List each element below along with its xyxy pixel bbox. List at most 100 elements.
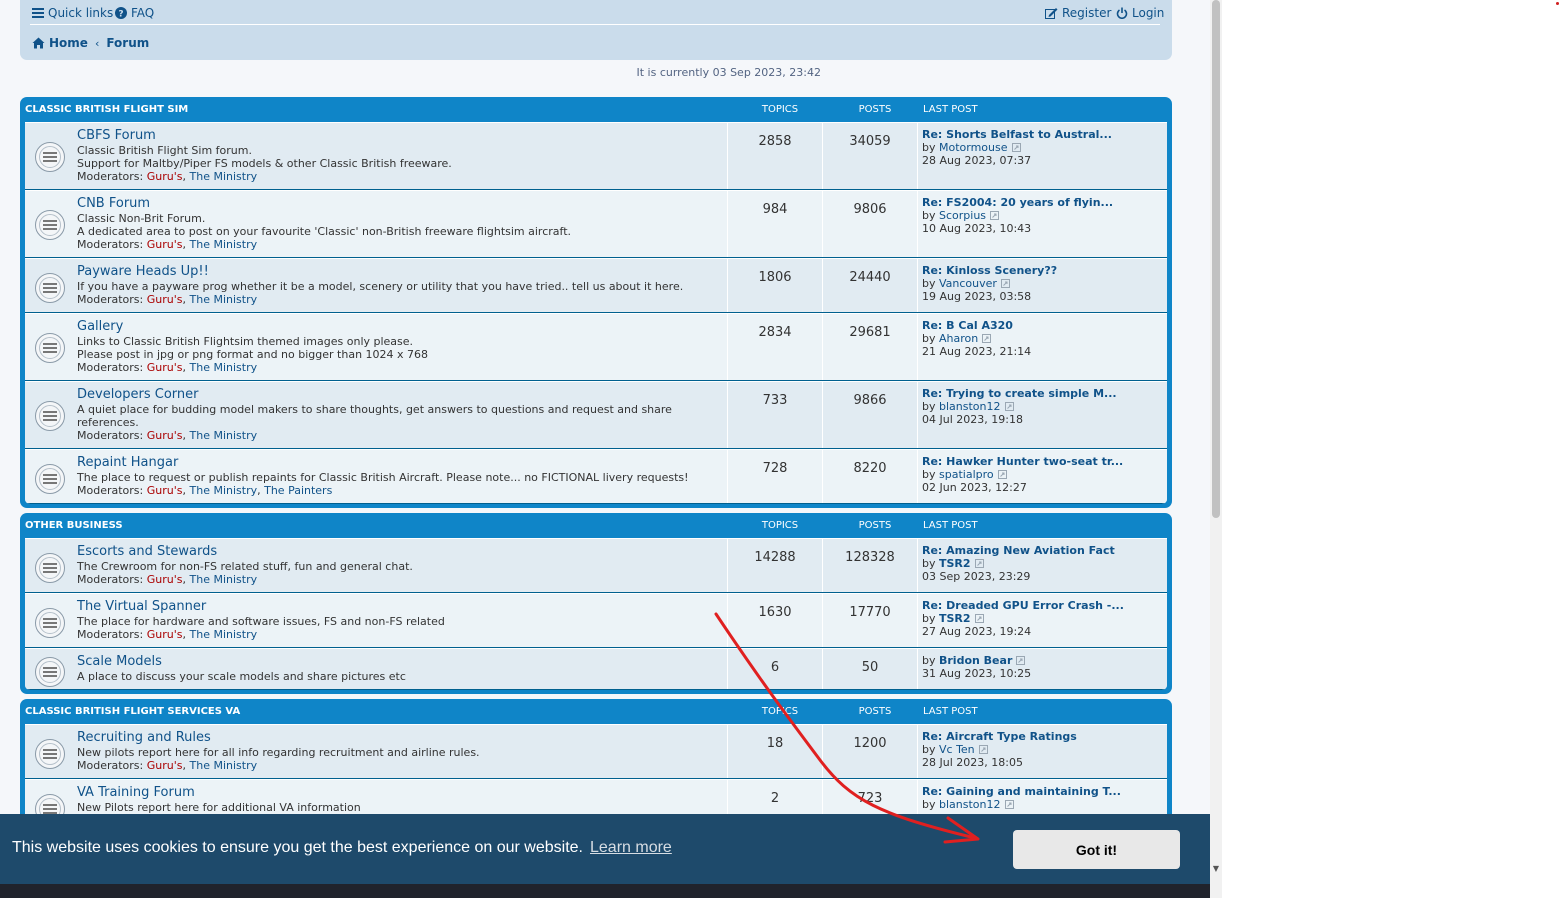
view-latest-post-icon[interactable] <box>1004 800 1014 809</box>
moderator-link[interactable]: Guru's <box>147 484 183 497</box>
moderator-link[interactable]: The Ministry <box>190 759 258 772</box>
last-post-title[interactable]: Re: FS2004: 20 years of flyin... <box>922 196 1113 209</box>
view-latest-post-icon[interactable] <box>978 745 988 754</box>
last-post-date: 19 Aug 2023, 03:58 <box>922 290 1032 303</box>
forum-title[interactable]: Recruiting and Rules <box>77 730 717 746</box>
moderator-link[interactable]: The Ministry <box>190 361 258 374</box>
moderator-link[interactable]: Guru's <box>147 573 183 586</box>
forum-title[interactable]: Escorts and Stewards <box>77 544 717 560</box>
last-post-author[interactable]: blanston12 <box>939 798 1001 811</box>
category-title[interactable]: OTHER BUSINESS <box>25 520 123 531</box>
moderator-link[interactable]: The Ministry <box>190 628 258 641</box>
last-post-title[interactable]: Re: B Cal A320 <box>922 319 1031 332</box>
last-post-title[interactable]: Re: Aircraft Type Ratings <box>922 730 1077 743</box>
view-latest-post-icon[interactable] <box>1011 143 1021 152</box>
forum-title[interactable]: CBFS Forum <box>77 128 717 144</box>
view-latest-post-icon[interactable] <box>982 334 992 343</box>
last-post-header: LAST POST <box>923 706 978 717</box>
register-link[interactable]: Register <box>1045 6 1111 20</box>
forum-info: Scale Models A place to discuss your sca… <box>77 654 717 683</box>
posts-cell: 9806 <box>822 191 917 257</box>
breadcrumb-forum[interactable]: Forum <box>106 36 149 50</box>
view-latest-post-icon[interactable] <box>1000 279 1010 288</box>
power-icon <box>1116 7 1128 19</box>
last-post-title[interactable]: Re: Trying to create simple M... <box>922 387 1117 400</box>
last-post-author[interactable]: Vancouver <box>939 277 997 290</box>
moderator-link[interactable]: The Ministry <box>190 293 258 306</box>
last-post-author[interactable]: TSR2 <box>939 612 971 625</box>
last-post-author[interactable]: Motormouse <box>939 141 1008 154</box>
forum-description: Please post in jpg or png format and no … <box>77 348 429 361</box>
forum-read-icon <box>35 273 65 303</box>
last-post-author[interactable]: TSR2 <box>939 557 971 570</box>
moderator-link[interactable]: Guru's <box>147 759 183 772</box>
forum-title[interactable]: Payware Heads Up!! <box>77 264 717 280</box>
forum-category: OTHER BUSINESS TOPICS POSTS LAST POST Es… <box>20 513 1172 694</box>
forum-info: CNB Forum Classic Non-Brit Forum. A dedic… <box>77 196 717 251</box>
moderator-link[interactable]: Guru's <box>147 628 183 641</box>
moderators-label: Moderators: <box>77 429 144 442</box>
forum-title[interactable]: Scale Models <box>77 654 717 670</box>
forum-title[interactable]: The Virtual Spanner <box>77 599 717 615</box>
category-title[interactable]: CLASSIC BRITISH FLIGHT SIM <box>25 104 188 115</box>
last-post-author[interactable]: Vc Ten <box>939 743 975 756</box>
last-post-title[interactable]: Re: Shorts Belfast to Austral... <box>922 128 1112 141</box>
forum-title[interactable]: CNB Forum <box>77 196 717 212</box>
moderator-link[interactable]: The Ministry <box>190 238 258 251</box>
moderator-link[interactable]: The Ministry <box>190 429 258 442</box>
last-post-title[interactable]: Re: Gaining and maintaining T... <box>922 785 1121 798</box>
breadcrumb-home[interactable]: Home <box>49 36 88 50</box>
posts-header: POSTS <box>858 520 892 531</box>
faq-link[interactable]: ? FAQ <box>115 6 154 20</box>
forum-info: VA Training Forum New Pilots report here… <box>77 785 717 814</box>
login-link[interactable]: Login <box>1116 6 1164 20</box>
last-post-author[interactable]: Aharon <box>939 332 978 345</box>
last-post-title[interactable]: Re: Kinloss Scenery?? <box>922 264 1057 277</box>
posts-count: 50 <box>861 660 879 675</box>
cookie-message: This website uses cookies to ensure you … <box>12 839 583 856</box>
forum-title[interactable]: VA Training Forum <box>77 785 717 801</box>
moderator-link[interactable]: Guru's <box>147 361 183 374</box>
moderator-link[interactable]: Guru's <box>147 429 183 442</box>
moderator-link[interactable]: Guru's <box>147 293 183 306</box>
last-post-title[interactable]: Re: Hawker Hunter two-seat tr... <box>922 455 1123 468</box>
last-post-author[interactable]: Scorpius <box>939 209 986 222</box>
forum-list: CBFS Forum Classic British Flight Sim fo… <box>25 122 1167 504</box>
forum-read-icon <box>35 553 65 583</box>
quick-links-menu[interactable]: Quick links <box>32 6 113 20</box>
scrollbar-thumb[interactable] <box>1212 0 1220 518</box>
topics-cell: 984 <box>727 191 822 257</box>
view-latest-post-icon[interactable] <box>997 470 1007 479</box>
last-post-info: Re: Dreaded GPU Error Crash -... by TSR2… <box>922 599 1124 638</box>
view-latest-post-icon[interactable] <box>1016 656 1026 665</box>
last-post-author[interactable]: blanston12 <box>939 400 1001 413</box>
by-label: by <box>922 141 936 154</box>
view-latest-post-icon[interactable] <box>974 559 984 568</box>
last-post-author[interactable]: Bridon Bear <box>939 654 1012 667</box>
view-latest-post-icon[interactable] <box>1004 402 1014 411</box>
moderator-link[interactable]: The Ministry <box>190 484 258 497</box>
forum-title[interactable]: Repaint Hangar <box>77 455 717 471</box>
moderator-link[interactable]: The Ministry <box>190 573 258 586</box>
forum-title[interactable]: Gallery <box>77 319 717 335</box>
last-post-title[interactable]: Re: Amazing New Aviation Fact <box>922 544 1115 557</box>
view-latest-post-icon[interactable] <box>990 211 1000 220</box>
forum-row: Developers Corner A quiet place for budd… <box>25 381 1167 449</box>
last-post-date: 21 Aug 2023, 21:14 <box>922 345 1032 358</box>
scrollbar[interactable]: ▼ <box>1210 0 1222 898</box>
moderator-link[interactable]: Guru's <box>147 170 183 183</box>
forum-read-icon <box>35 657 65 687</box>
moderator-link[interactable]: The Painters <box>264 484 332 497</box>
scroll-down-arrow-icon[interactable]: ▼ <box>1211 864 1221 873</box>
view-latest-post-icon[interactable] <box>974 614 984 623</box>
moderator-link[interactable]: Guru's <box>147 238 183 251</box>
last-post-title[interactable]: Re: Dreaded GPU Error Crash -... <box>922 599 1124 612</box>
category-title[interactable]: CLASSIC BRITISH FLIGHT SERVICES VA <box>25 706 240 717</box>
learn-more-link[interactable]: Learn more <box>590 839 672 857</box>
forum-title[interactable]: Developers Corner <box>77 387 717 403</box>
last-post-date: 28 Aug 2023, 07:37 <box>922 154 1032 167</box>
last-post-cell <box>917 382 918 448</box>
last-post-author[interactable]: spatialpro <box>939 468 994 481</box>
moderator-link[interactable]: The Ministry <box>190 170 258 183</box>
got-it-button[interactable]: Got it! <box>1013 830 1180 869</box>
